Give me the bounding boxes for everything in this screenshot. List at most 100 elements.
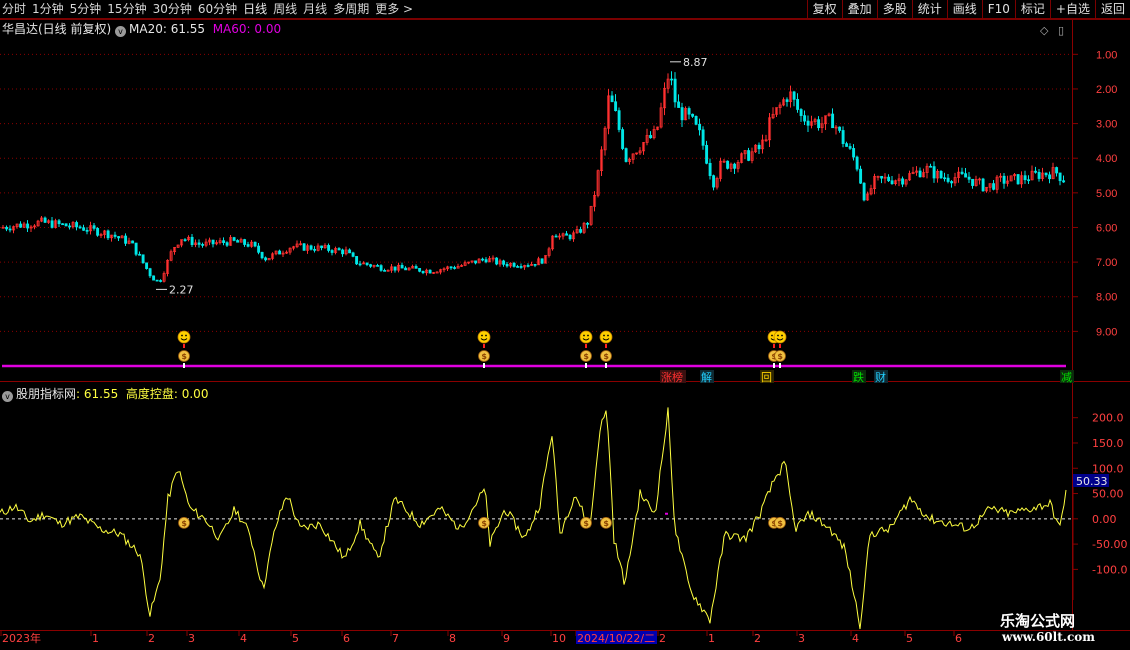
time-label: 5 xyxy=(906,632,913,645)
candle-body xyxy=(414,266,418,269)
candle-body xyxy=(792,91,796,100)
time-label: 3 xyxy=(798,632,805,645)
candle-body xyxy=(621,129,625,149)
moneybag-sign: $ xyxy=(181,519,187,528)
candle-body xyxy=(803,115,807,122)
candle-body xyxy=(992,183,996,190)
candle-body xyxy=(519,266,523,268)
candle-body xyxy=(75,222,79,228)
signal-stem xyxy=(483,344,485,348)
candle-body xyxy=(726,160,730,169)
time-label: 8 xyxy=(449,632,456,645)
candle-body xyxy=(330,250,334,253)
candle-body xyxy=(901,178,905,185)
candle-body xyxy=(106,230,110,239)
event-tag: 回 xyxy=(761,371,772,384)
stock-chart[interactable]: 9.00 8.00 7.00 6.00 5.00 4.00 3.00 2.00 1.00 ◇ ▯ 8.… xyxy=(0,0,1130,650)
time-label: 2023年 xyxy=(2,631,41,645)
y-tick-label: 8.00 xyxy=(1096,292,1117,304)
event-tag: 解 xyxy=(701,370,712,384)
smiley-eye xyxy=(181,334,183,337)
candle-body xyxy=(26,223,30,229)
candle-body xyxy=(747,150,751,161)
moneybag-sign: $ xyxy=(583,352,589,361)
candle-body xyxy=(418,268,422,272)
candle-body xyxy=(701,129,705,146)
candle-body xyxy=(183,239,187,241)
indicator-y-tick-label: 200.0 xyxy=(1092,412,1124,425)
candle-body xyxy=(113,234,117,237)
time-label: 9 xyxy=(503,632,510,645)
candle-body xyxy=(197,242,201,245)
smiley-eye xyxy=(777,334,779,337)
candle-body xyxy=(302,243,306,251)
y-tick-label: 4.00 xyxy=(1096,153,1117,165)
event-tag: 跌 xyxy=(853,370,864,384)
time-label: 2024/10/22/二 xyxy=(577,632,655,645)
moneybag-sign: $ xyxy=(583,519,589,528)
candle-body xyxy=(243,239,247,245)
candle-body xyxy=(852,148,856,158)
signal-stem xyxy=(779,344,781,348)
candle-body xyxy=(1034,170,1038,173)
candle-body xyxy=(278,250,282,255)
candle-body xyxy=(687,108,691,115)
candle-body xyxy=(5,226,9,230)
y-tick-label: 5.00 xyxy=(1096,188,1117,200)
candle-body xyxy=(796,99,800,110)
candle-body xyxy=(971,178,975,186)
diamond-icon: ◇ xyxy=(1040,24,1049,37)
time-label: 6 xyxy=(343,632,350,645)
candle-body xyxy=(943,177,947,180)
event-tag: 减 xyxy=(1061,371,1072,384)
candle-body xyxy=(859,168,863,184)
moneybag-sign: $ xyxy=(181,352,187,361)
candle-body xyxy=(841,130,845,144)
candle-body xyxy=(670,78,674,81)
indicator-line xyxy=(0,407,1067,630)
smiley-icon xyxy=(599,330,613,344)
time-label: 4 xyxy=(240,632,247,645)
candle-body xyxy=(733,163,737,169)
candle-body xyxy=(512,262,516,267)
candle-body xyxy=(400,264,404,269)
moneybag-sign: $ xyxy=(603,519,609,528)
candle-body xyxy=(694,115,698,125)
y-tick-label: 2.00 xyxy=(1096,84,1117,96)
candle-body xyxy=(1055,167,1059,174)
indicator-y-tick-label: 100.0 xyxy=(1092,462,1124,475)
time-label: 6 xyxy=(955,632,962,645)
candle-body xyxy=(50,220,54,228)
candle-body xyxy=(705,144,709,164)
candle-body xyxy=(159,280,163,282)
time-label: 2 xyxy=(659,632,666,645)
candle-body xyxy=(449,266,453,269)
candle-body xyxy=(785,99,789,102)
low-label: 2.27 xyxy=(169,283,194,296)
event-tag: 财 xyxy=(875,370,886,384)
candle-body xyxy=(565,233,569,236)
candle-body xyxy=(57,220,61,225)
time-label: 10 xyxy=(552,632,566,645)
candle-body xyxy=(222,240,226,243)
candle-body xyxy=(428,269,432,274)
candle-body xyxy=(211,239,215,245)
smiley-eye xyxy=(771,334,773,337)
time-label: 2 xyxy=(148,632,155,645)
candle-body xyxy=(680,107,684,121)
candle-body xyxy=(691,113,695,117)
candle-body xyxy=(712,175,716,188)
candle-body xyxy=(1002,175,1006,184)
candle-body xyxy=(145,262,149,269)
y-tick-label: 1.00 xyxy=(1096,49,1117,61)
candle-body xyxy=(78,226,82,229)
candle-body xyxy=(453,267,457,269)
candle-body xyxy=(260,251,264,259)
candle-body xyxy=(96,228,100,236)
candle-body xyxy=(1048,174,1052,180)
smiley-icon xyxy=(477,330,491,344)
candle-body xyxy=(236,240,240,243)
candle-body xyxy=(320,245,324,249)
candle-body xyxy=(806,120,810,126)
time-label: 4 xyxy=(852,632,859,645)
